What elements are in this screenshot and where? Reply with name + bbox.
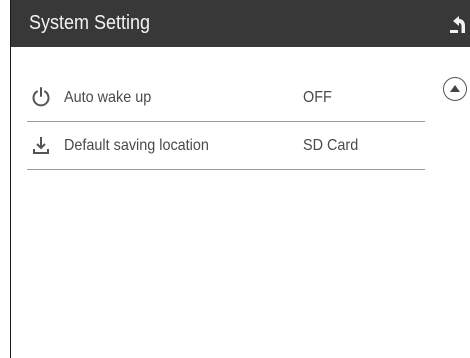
setting-row-saving-location[interactable]: Default saving location SD Card (27, 122, 425, 170)
power-icon (30, 86, 52, 108)
setting-value[interactable]: SD Card (303, 122, 358, 170)
settings-window: System Setting Auto wake up OFF Default … (10, 0, 470, 358)
setting-value[interactable]: OFF (303, 74, 332, 122)
back-button[interactable] (445, 9, 470, 39)
setting-row-auto-wake[interactable]: Auto wake up OFF (27, 74, 425, 122)
setting-label: Auto wake up (64, 89, 152, 106)
title-bar: System Setting (11, 0, 470, 47)
setting-label: Default saving location (64, 137, 209, 154)
scroll-up-icon (450, 85, 460, 92)
download-icon (30, 134, 52, 156)
return-arrow-icon (450, 16, 465, 33)
page-title: System Setting (29, 12, 151, 34)
settings-list: Auto wake up OFF Default saving location… (27, 74, 425, 170)
scroll-up-button[interactable] (443, 77, 467, 101)
